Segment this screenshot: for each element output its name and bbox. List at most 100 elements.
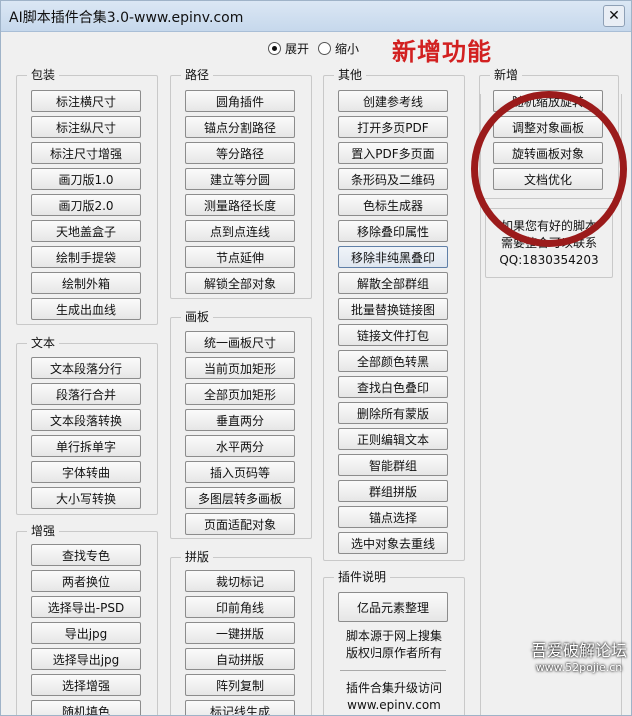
group-new: 新增 随机缩放旋转 调整对象画板 旋转画板对象 文档优化 [479, 68, 619, 199]
btn-anchor-select[interactable]: 锚点选择 [338, 506, 448, 528]
btn-crop-marks[interactable]: 裁切标记 [185, 570, 295, 592]
group-artboard: 画板 统一画板尺寸 当前页加矩形 全部页加矩形 垂直两分 水平两分 插入页码等 … [170, 310, 312, 539]
group-packaging: 包装 标注横尺寸 标注纵尺寸 标注尺寸增强 画刀版1.0 画刀版2.0 天地盖盒… [16, 68, 158, 325]
btn-horizontal-split[interactable]: 水平两分 [185, 435, 295, 457]
btn-node-extend[interactable]: 节点延伸 [185, 246, 295, 268]
btn-export-jpg[interactable]: 导出jpg [31, 622, 141, 644]
btn-mark-lines[interactable]: 标记线生成 [185, 700, 295, 715]
btn-random-scale-rotate[interactable]: 随机缩放旋转 [493, 90, 603, 112]
radio-dot-icon [268, 42, 281, 55]
btn-outer-box[interactable]: 绘制外箱 [31, 272, 141, 294]
group-packaging-title: 包装 [27, 68, 60, 82]
btn-element-organize[interactable]: 亿品元素整理 [338, 592, 448, 622]
group-imposition-title: 拼版 [181, 550, 214, 564]
btn-swap[interactable]: 两者换位 [31, 570, 141, 592]
btn-corner-lines[interactable]: 印前角线 [185, 596, 295, 618]
btn-fit-object[interactable]: 页面适配对象 [185, 513, 295, 535]
btn-adjust-object-artboard[interactable]: 调整对象画板 [493, 116, 603, 138]
watermark: 吾爱破解论坛 www.52pojie.cn [531, 637, 627, 674]
btn-auto-imposition[interactable]: 自动拼版 [185, 648, 295, 670]
btn-ungroup-all[interactable]: 解散全部群组 [338, 272, 448, 294]
btn-unify-artboard[interactable]: 统一画板尺寸 [185, 331, 295, 353]
btn-split-paragraph[interactable]: 文本段落分行 [31, 357, 141, 379]
title-bar[interactable]: AI脚本插件合集3.0-www.epinv.com ✕ [1, 1, 631, 32]
plugin-info-divider [340, 670, 446, 671]
plugin-upgrade-text: 插件合集升级访问 www.epinv.com [328, 680, 460, 714]
btn-barcode-qr[interactable]: 条形码及二维码 [338, 168, 448, 190]
btn-find-spot[interactable]: 查找专色 [31, 544, 141, 566]
btn-batch-replace-link[interactable]: 批量替换链接图 [338, 298, 448, 320]
close-icon: ✕ [608, 8, 620, 24]
group-enhance: 增强 查找专色 两者换位 选择导出-PSD 导出jpg 选择导出jpg 选择增强… [16, 524, 158, 715]
btn-point-connect[interactable]: 点到点连线 [185, 220, 295, 242]
btn-label-horizontal[interactable]: 标注横尺寸 [31, 90, 141, 112]
btn-select-export-jpg[interactable]: 选择导出jpg [31, 648, 141, 670]
app-window: AI脚本插件合集3.0-www.epinv.com ✕ 展开 缩小 新增功能 包… [0, 0, 632, 716]
btn-regex-edit[interactable]: 正则编辑文本 [338, 428, 448, 450]
btn-remove-nonblack-overprint[interactable]: 移除非纯黑叠印 [338, 246, 448, 268]
close-button[interactable]: ✕ [603, 5, 625, 27]
btn-layers-to-artboards[interactable]: 多图层转多画板 [185, 487, 295, 509]
radio-expand[interactable]: 展开 [268, 40, 309, 57]
radio-collapse[interactable]: 缩小 [318, 40, 359, 57]
btn-bleed-line[interactable]: 生成出血线 [31, 298, 141, 320]
plugin-info-line4[interactable]: www.epinv.com [328, 697, 460, 714]
btn-label-vertical[interactable]: 标注纵尺寸 [31, 116, 141, 138]
btn-divide-path[interactable]: 等分路径 [185, 142, 295, 164]
btn-rotate-artboard-object[interactable]: 旋转画板对象 [493, 142, 603, 164]
btn-lid-box[interactable]: 天地盖盒子 [31, 220, 141, 242]
btn-split-anchor[interactable]: 锚点分割路径 [185, 116, 295, 138]
radio-expand-label: 展开 [285, 42, 310, 56]
plugin-info-line1: 脚本源于网上搜集 [345, 629, 442, 643]
btn-place-pdf[interactable]: 置入PDF多页面 [338, 142, 448, 164]
btn-split-chars[interactable]: 单行拆单字 [31, 435, 141, 457]
btn-remove-overprint[interactable]: 移除叠印属性 [338, 220, 448, 242]
group-other: 其他 创建参考线 打开多页PDF 置入PDF多页面 条形码及二维码 色标生成器 … [323, 68, 465, 561]
btn-outline-font[interactable]: 字体转曲 [31, 461, 141, 483]
group-imposition: 拼版 裁切标记 印前角线 一键拼版 自动拼版 阵列复制 标记线生成 [170, 550, 312, 715]
btn-measure-path[interactable]: 测量路径长度 [185, 194, 295, 216]
btn-vertical-split[interactable]: 垂直两分 [185, 409, 295, 431]
btn-merge-lines[interactable]: 段落行合并 [31, 383, 141, 405]
btn-package-links[interactable]: 链接文件打包 [338, 324, 448, 346]
btn-export-psd[interactable]: 选择导出-PSD [31, 596, 141, 618]
radio-dot-icon [318, 42, 331, 55]
btn-open-pdf[interactable]: 打开多页PDF [338, 116, 448, 138]
btn-smart-group[interactable]: 智能群组 [338, 454, 448, 476]
group-path: 路径 圆角插件 锚点分割路径 等分路径 建立等分圆 测量路径长度 点到点连线 节… [170, 68, 312, 299]
contact-box: 如果您有好的脚本 需要整合可以联系 QQ:1830354203 [485, 208, 613, 278]
btn-random-fill[interactable]: 随机填色 [31, 700, 141, 715]
plugin-info-text: 脚本源于网上搜集 版权归原作者所有 [328, 628, 460, 662]
btn-dieline-1[interactable]: 画刀版1.0 [31, 168, 141, 190]
group-path-title: 路径 [181, 68, 214, 82]
btn-array-copy[interactable]: 阵列复制 [185, 674, 295, 696]
btn-convert-paragraph[interactable]: 文本段落转换 [31, 409, 141, 431]
btn-unlock-all[interactable]: 解锁全部对象 [185, 272, 295, 294]
btn-all-rect[interactable]: 全部页加矩形 [185, 383, 295, 405]
group-plugin-info: 插件说明 亿品元素整理 脚本源于网上搜集 版权归原作者所有 插件合集升级访问 w… [323, 570, 465, 715]
btn-label-enhanced[interactable]: 标注尺寸增强 [31, 142, 141, 164]
btn-group-imposition[interactable]: 群组拼版 [338, 480, 448, 502]
btn-dieline-2[interactable]: 画刀版2.0 [31, 194, 141, 216]
radio-collapse-label: 缩小 [335, 42, 360, 56]
btn-document-optimize[interactable]: 文档优化 [493, 168, 603, 190]
btn-find-white-overprint[interactable]: 查找白色叠印 [338, 376, 448, 398]
btn-handbag[interactable]: 绘制手提袋 [31, 246, 141, 268]
btn-one-click-imposition[interactable]: 一键拼版 [185, 622, 295, 644]
group-text-title: 文本 [27, 336, 60, 350]
btn-create-guides[interactable]: 创建参考线 [338, 90, 448, 112]
btn-select-enhance[interactable]: 选择增强 [31, 674, 141, 696]
btn-insert-page-number[interactable]: 插入页码等 [185, 461, 295, 483]
contact-qq: QQ:1830354203 [499, 253, 599, 267]
btn-divide-circle[interactable]: 建立等分圆 [185, 168, 295, 190]
window-title: AI脚本插件合集3.0-www.epinv.com [9, 10, 244, 26]
btn-round-corner[interactable]: 圆角插件 [185, 90, 295, 112]
btn-current-rect[interactable]: 当前页加矩形 [185, 357, 295, 379]
client-area: 展开 缩小 新增功能 包装 标注横尺寸 标注纵尺寸 标注尺寸增强 画刀版1.0 … [5, 32, 627, 715]
btn-remove-duplicate-lines[interactable]: 选中对象去重线 [338, 532, 448, 554]
btn-all-to-black[interactable]: 全部颜色转黑 [338, 350, 448, 372]
group-enhance-title: 增强 [27, 524, 60, 538]
btn-case-convert[interactable]: 大小写转换 [31, 487, 141, 509]
btn-delete-masks[interactable]: 删除所有蒙版 [338, 402, 448, 424]
btn-color-mark[interactable]: 色标生成器 [338, 194, 448, 216]
